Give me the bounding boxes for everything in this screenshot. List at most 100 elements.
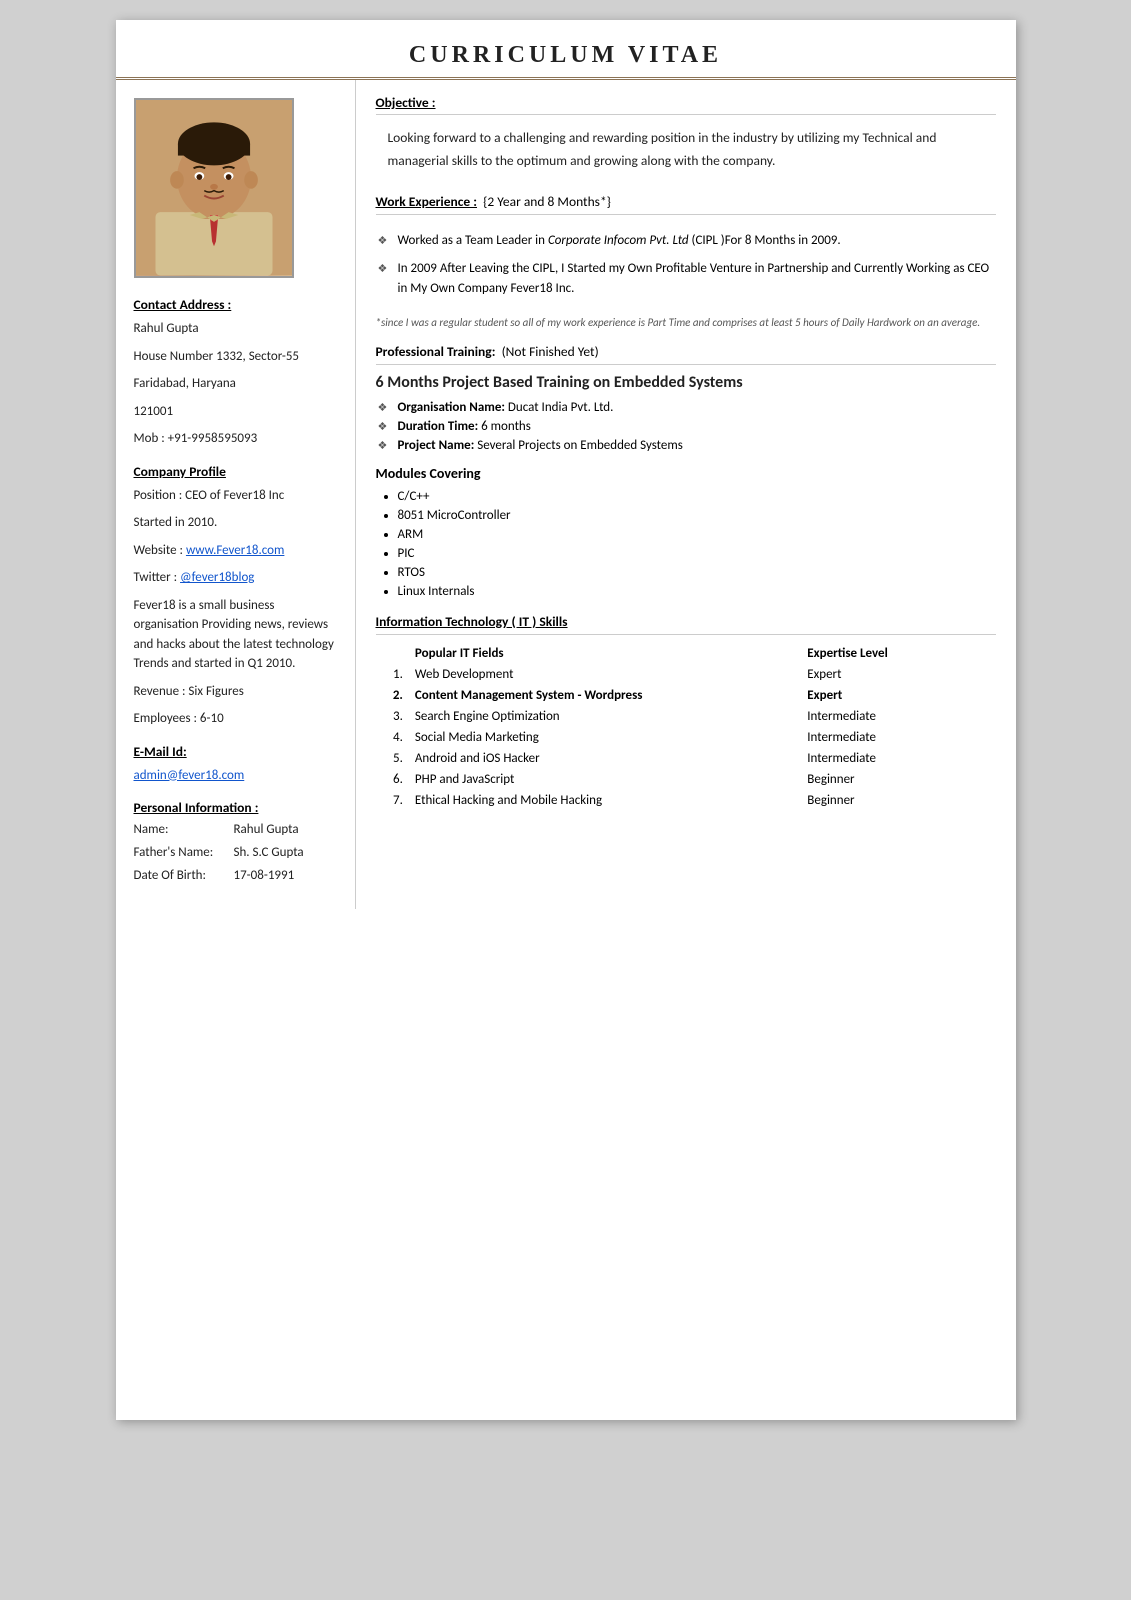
table-row: 7. Ethical Hacking and Mobile Hacking Be…: [376, 790, 996, 811]
contact-mobile: Mob : +91-9958595093: [134, 429, 339, 449]
skill-level: Beginner: [799, 790, 995, 811]
personal-name-row: Name: Rahul Gupta: [134, 822, 339, 837]
module-2: 8051 MicroController: [398, 506, 996, 525]
contact-address1: House Number 1332, Sector-55: [134, 347, 339, 367]
skills-table: Popular IT Fields Expertise Level 1. Web…: [376, 643, 996, 811]
col-num: [376, 643, 407, 664]
contact-label: Contact Address :: [134, 296, 339, 313]
training-section: Professional Training: (Not Finished Yet…: [376, 343, 996, 601]
skill-field: Search Engine Optimization: [407, 706, 799, 727]
table-row: 3. Search Engine Optimization Intermedia…: [376, 706, 996, 727]
p-name-value: Rahul Gupta: [234, 822, 299, 837]
skill-field: Web Development: [407, 664, 799, 685]
org-label: Organisation Name:: [398, 400, 505, 415]
table-row: 1. Web Development Expert: [376, 664, 996, 685]
cv-page: CURRICULUM VITAE: [116, 20, 1016, 1420]
work-header-row: Work Experience : {2 Year and 8 Months*}: [376, 193, 996, 215]
training-header-row: Professional Training: (Not Finished Yet…: [376, 343, 996, 365]
work-duration: {2 Year and 8 Months*}: [480, 193, 611, 210]
personal-father-row: Father's Name: Sh. S.C Gupta: [134, 845, 339, 860]
skill-level: Beginner: [799, 769, 995, 790]
company-position: Position : CEO of Fever18 Inc: [134, 486, 339, 506]
profile-photo: [134, 98, 294, 278]
p-dob-value: 17-08-1991: [234, 868, 295, 883]
company-started: Started in 2010.: [134, 513, 339, 533]
training-org: Organisation Name: Ducat India Pvt. Ltd.: [376, 398, 996, 417]
modules-list: C/C++ 8051 MicroController ARM PIC RTOS …: [376, 487, 996, 601]
table-row: 4. Social Media Marketing Intermediate: [376, 727, 996, 748]
module-5: RTOS: [398, 563, 996, 582]
it-skills-section: Information Technology ( IT ) Skills Pop…: [376, 613, 996, 811]
twitter-link[interactable]: @fever18blog: [180, 570, 254, 585]
objective-section: Objective : Looking forward to a challen…: [376, 94, 996, 181]
objective-text: Looking forward to a challenging and rew…: [376, 119, 996, 181]
company-twitter: Twitter : @fever18blog: [134, 568, 339, 588]
skill-level: Expert: [799, 685, 995, 706]
company-employees: Employees : 6-10: [134, 709, 339, 729]
skill-level: Intermediate: [799, 748, 995, 769]
page-title: CURRICULUM VITAE: [116, 42, 1016, 69]
module-1: C/C++: [398, 487, 996, 506]
skill-level: Expert: [799, 664, 995, 685]
personal-label: Personal Information :: [134, 799, 339, 816]
work-item-1: Worked as a Team Leader in Corporate Inf…: [376, 227, 996, 255]
email-link[interactable]: admin@fever18.com: [134, 768, 245, 783]
p-dob-label: Date Of Birth:: [134, 868, 234, 883]
skill-num: 7.: [376, 790, 407, 811]
company-label: Company Profile: [134, 463, 339, 480]
company-revenue: Revenue : Six Figures: [134, 682, 339, 702]
objective-header: Objective :: [376, 94, 996, 115]
skill-field: Android and iOS Hacker: [407, 748, 799, 769]
skill-num: 4.: [376, 727, 407, 748]
it-skills-label: Information Technology ( IT ) Skills: [376, 613, 996, 635]
table-row: 6. PHP and JavaScript Beginner: [376, 769, 996, 790]
training-project: Project Name: Several Projects on Embedd…: [376, 436, 996, 455]
skill-num: 3.: [376, 706, 407, 727]
skill-num: 2.: [376, 685, 407, 706]
header: CURRICULUM VITAE: [116, 20, 1016, 80]
work-footnote: *since I was a regular student so all of…: [376, 315, 996, 330]
work-item-2: In 2009 After Leaving the CIPL, I Starte…: [376, 255, 996, 303]
contact-pincode: 121001: [134, 402, 339, 422]
skill-field: Social Media Marketing: [407, 727, 799, 748]
company-desc: Fever18 is a small business organisation…: [134, 596, 339, 674]
p-father-value: Sh. S.C Gupta: [234, 845, 304, 860]
training-details: Organisation Name: Ducat India Pvt. Ltd.…: [376, 398, 996, 455]
website-link[interactable]: www.Fever18.com: [186, 543, 284, 558]
training-title: 6 Months Project Based Training on Embed…: [376, 373, 996, 392]
module-6: Linux Internals: [398, 582, 996, 601]
table-row: 5. Android and iOS Hacker Intermediate: [376, 748, 996, 769]
left-column: Contact Address : Rahul Gupta House Numb…: [116, 80, 356, 909]
training-label: Professional Training:: [376, 343, 496, 360]
contact-name: Rahul Gupta: [134, 319, 339, 339]
skill-field: PHP and JavaScript: [407, 769, 799, 790]
p-father-label: Father's Name:: [134, 845, 234, 860]
skill-num: 1.: [376, 664, 407, 685]
modules-title: Modules Covering: [376, 465, 996, 482]
work-label: Work Experience :: [376, 193, 478, 210]
personal-dob-row: Date Of Birth: 17-08-1991: [134, 868, 339, 883]
duration-label: Duration Time:: [398, 419, 479, 434]
company-website: Website : www.Fever18.com: [134, 541, 339, 561]
email-value: admin@fever18.com: [134, 766, 339, 786]
skill-level: Intermediate: [799, 727, 995, 748]
module-4: PIC: [398, 544, 996, 563]
work-list: Worked as a Team Leader in Corporate Inf…: [376, 221, 996, 309]
skill-field: Ethical Hacking and Mobile Hacking: [407, 790, 799, 811]
col-level: Expertise Level: [799, 643, 995, 664]
twitter-prefix: Twitter :: [134, 570, 181, 585]
email-label: E-Mail Id:: [134, 743, 339, 760]
website-prefix: Website :: [134, 543, 186, 558]
p-name-label: Name:: [134, 822, 234, 837]
col-fields: Popular IT Fields: [407, 643, 799, 664]
project-label: Project Name:: [398, 438, 475, 453]
contact-address2: Faridabad, Haryana: [134, 374, 339, 394]
right-column: Objective : Looking forward to a challen…: [356, 80, 1016, 841]
work-section: Work Experience : {2 Year and 8 Months*}…: [376, 193, 996, 331]
skill-field: Content Management System - Wordpress: [407, 685, 799, 706]
skill-num: 5.: [376, 748, 407, 769]
skill-num: 6.: [376, 769, 407, 790]
module-3: ARM: [398, 525, 996, 544]
skill-level: Intermediate: [799, 706, 995, 727]
training-duration: Duration Time: 6 months: [376, 417, 996, 436]
